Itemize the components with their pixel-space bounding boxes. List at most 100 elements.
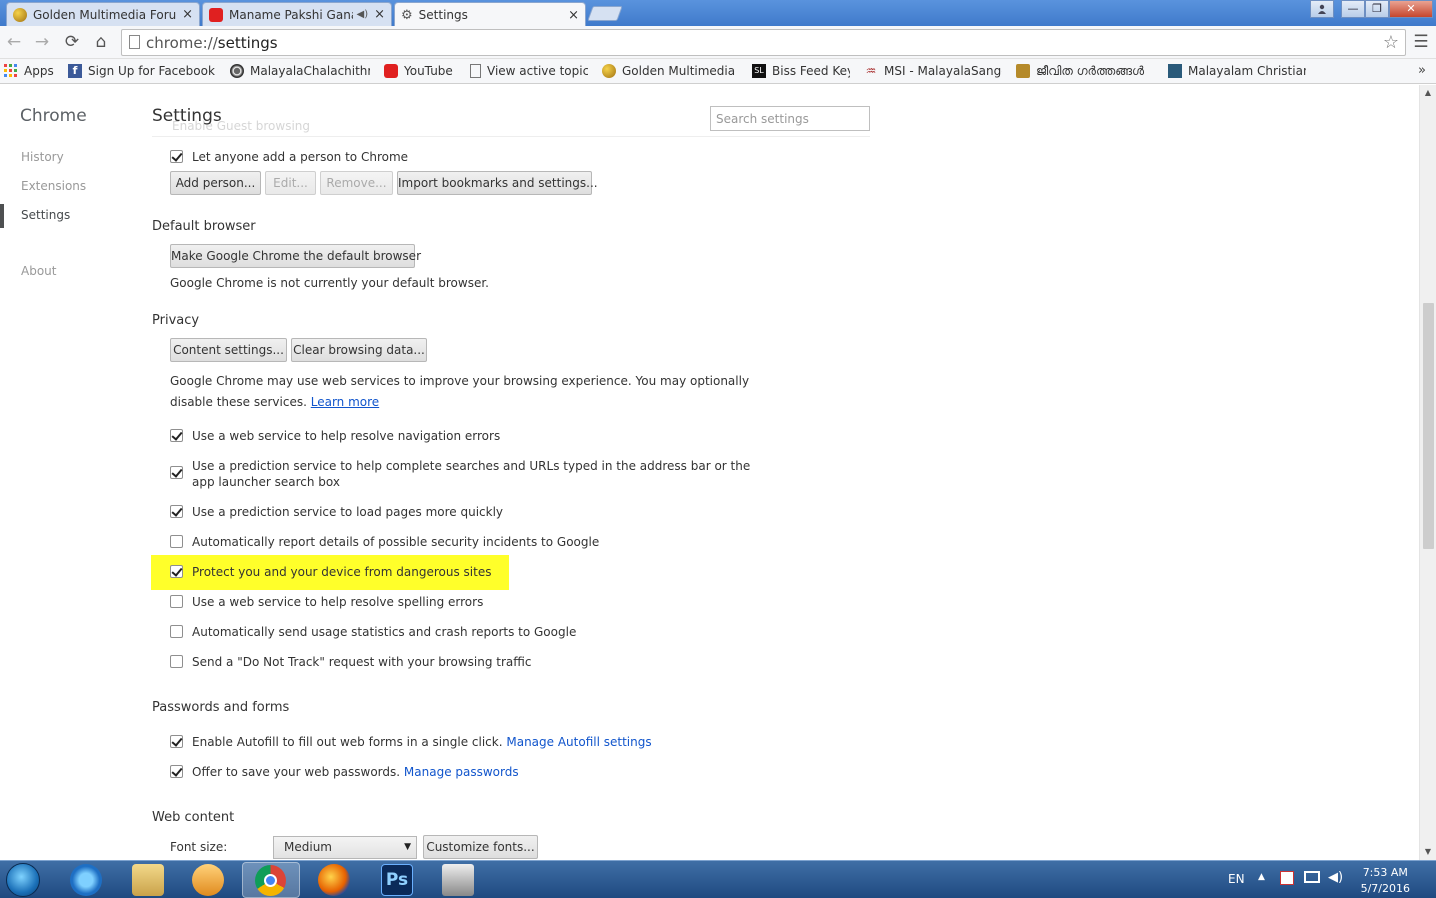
content-settings-button[interactable]: Content settings...: [170, 338, 287, 362]
forward-button[interactable]: →: [30, 30, 54, 54]
checkbox[interactable]: [170, 565, 183, 578]
typewriter-icon[interactable]: [442, 864, 474, 896]
scrollbar-thumb[interactable]: [1423, 303, 1434, 549]
let-anyone-add-row[interactable]: Let anyone add a person to Chrome: [170, 149, 408, 165]
back-button[interactable]: ←: [2, 30, 26, 54]
privacy-description-text: Google Chrome may use web services to im…: [170, 374, 750, 409]
photoshop-icon[interactable]: Ps: [381, 864, 413, 896]
close-window-button[interactable]: ✕: [1389, 0, 1433, 18]
remove-person-button[interactable]: Remove...: [320, 171, 393, 195]
privacy-option-usage-statistics[interactable]: Automatically send usage statistics and …: [170, 624, 576, 640]
checkbox[interactable]: [170, 466, 183, 479]
chrome-taskbar-button[interactable]: [242, 862, 300, 898]
reload-button[interactable]: ⟳: [60, 30, 84, 54]
checkbox[interactable]: [170, 655, 183, 668]
scroll-down-icon[interactable]: ▼: [1420, 844, 1436, 860]
checkbox[interactable]: [170, 535, 183, 548]
volume-icon[interactable]: ◀): [1328, 870, 1343, 885]
privacy-option-prediction-load[interactable]: Use a prediction service to load pages m…: [170, 504, 503, 520]
clear-browsing-data-button[interactable]: Clear browsing data...: [291, 338, 427, 362]
privacy-option-security-incidents[interactable]: Automatically report details of possible…: [170, 534, 599, 550]
home-button[interactable]: ⌂: [89, 30, 113, 54]
biss-icon: SL: [752, 64, 766, 78]
checkbox[interactable]: [170, 595, 183, 608]
msi-icon: ♒: [865, 64, 877, 78]
bookmark-golden-multimedia[interactable]: Golden Multimedia Fo: [602, 64, 738, 78]
checkbox[interactable]: [170, 505, 183, 518]
default-browser-status: Google Chrome is not currently your defa…: [170, 276, 489, 290]
customize-fonts-button[interactable]: Customize fonts...: [423, 835, 538, 859]
user-icon[interactable]: [1310, 0, 1334, 18]
youtube-icon: [384, 64, 398, 78]
checkbox[interactable]: [170, 429, 183, 442]
restore-button[interactable]: ❐: [1365, 0, 1389, 18]
bookmark-msi[interactable]: ♒ MSI - MalayalaSangee: [864, 64, 1002, 78]
firefox-icon[interactable]: [318, 864, 350, 896]
edit-person-button[interactable]: Edit...: [265, 171, 316, 195]
language-indicator[interactable]: EN: [1228, 872, 1245, 886]
scroll-up-icon[interactable]: ▲: [1420, 85, 1436, 101]
tab-close-icon[interactable]: ×: [374, 7, 385, 22]
network-icon[interactable]: [1304, 871, 1320, 883]
privacy-option-prediction-search[interactable]: Use a prediction service to help complet…: [170, 458, 770, 490]
search-settings-input[interactable]: [710, 106, 870, 131]
start-button[interactable]: [6, 863, 40, 897]
save-passwords-label: Offer to save your web passwords. Manage…: [192, 764, 519, 780]
checkbox[interactable]: [170, 625, 183, 638]
chrome-menu-button[interactable]: ☰: [1409, 30, 1433, 54]
sidebar-item-extensions[interactable]: Extensions: [21, 179, 86, 193]
bookmark-facebook[interactable]: f Sign Up for Facebook: [68, 64, 216, 78]
bookmark-malayalam-page[interactable]: ജീവിത ഗർത്തങ്ങൾ: [1016, 64, 1154, 79]
address-bar[interactable]: chrome://settings ☆: [121, 29, 1406, 56]
youtube-favicon-icon: [209, 7, 223, 22]
bookmarks-overflow-icon[interactable]: »: [1418, 63, 1426, 78]
media-player-icon[interactable]: [192, 864, 224, 896]
learn-more-link[interactable]: Learn more: [311, 395, 379, 409]
checkbox[interactable]: [170, 735, 183, 748]
bookmark-view-active-topics[interactable]: View active topics: [470, 64, 588, 78]
add-person-button[interactable]: Add person...: [170, 171, 261, 195]
tab-close-icon[interactable]: ×: [568, 8, 579, 23]
import-bookmarks-button[interactable]: Import bookmarks and settings...: [397, 171, 598, 195]
manage-autofill-link[interactable]: Manage Autofill settings: [506, 735, 651, 749]
film-icon: [230, 64, 244, 78]
autofill-row[interactable]: Enable Autofill to fill out web forms in…: [170, 734, 652, 750]
manage-passwords-link[interactable]: Manage passwords: [404, 765, 519, 779]
make-default-browser-button[interactable]: Make Google Chrome the default browser: [170, 244, 421, 268]
sidebar-item-about[interactable]: About: [21, 264, 56, 278]
tab-close-icon[interactable]: ×: [182, 7, 193, 22]
tab-maname-pakshi[interactable]: Maname Pakshi Ganan ◀) ×: [202, 2, 392, 26]
show-hidden-icons[interactable]: ▲: [1258, 872, 1265, 882]
internet-explorer-icon[interactable]: [70, 864, 102, 896]
privacy-description: Google Chrome may use web services to im…: [170, 371, 770, 413]
tab-golden-multimedia[interactable]: Golden Multimedia Forum ×: [6, 2, 200, 26]
save-passwords-row[interactable]: Offer to save your web passwords. Manage…: [170, 764, 519, 780]
title-bar: Golden Multimedia Forum × Maname Pakshi …: [0, 0, 1436, 27]
autofill-text: Enable Autofill to fill out web forms in…: [192, 735, 503, 749]
checkbox[interactable]: [170, 765, 183, 778]
tab-settings[interactable]: ⚙ Settings ×: [394, 2, 586, 27]
privacy-option-do-not-track[interactable]: Send a "Do Not Track" request with your …: [170, 654, 531, 670]
bookmark-apps[interactable]: Apps: [4, 64, 54, 78]
privacy-option-spelling-errors[interactable]: Use a web service to help resolve spelli…: [170, 594, 483, 610]
vertical-scrollbar[interactable]: ▲ ▼: [1419, 85, 1436, 860]
new-tab-button[interactable]: [587, 6, 623, 21]
privacy-option-navigation-errors[interactable]: Use a web service to help resolve naviga…: [170, 428, 500, 444]
bookmark-youtube[interactable]: YouTube: [384, 64, 456, 78]
sidebar-item-history[interactable]: History: [21, 150, 64, 164]
tab-label: Maname Pakshi Ganan: [229, 7, 353, 22]
bookmark-malayalachalachithram[interactable]: MalayalaChalachithra: [230, 64, 370, 78]
file-explorer-icon[interactable]: [132, 864, 164, 896]
bookmark-star-icon[interactable]: ☆: [1383, 32, 1399, 53]
bookmark-biss-feed-keys[interactable]: SL Biss Feed Keys: [752, 64, 850, 78]
sidebar-item-settings[interactable]: Settings: [21, 208, 70, 222]
font-size-select[interactable]: Medium ▼: [273, 836, 417, 859]
bookmark-malayalam-christian[interactable]: Malayalam Christian S: [1168, 64, 1306, 78]
privacy-option-dangerous-sites[interactable]: Protect you and your device from dangero…: [170, 564, 491, 580]
checkbox[interactable]: [170, 150, 183, 163]
action-center-icon[interactable]: [1280, 871, 1294, 885]
url-text[interactable]: chrome://settings: [146, 34, 278, 52]
minimize-button[interactable]: —: [1341, 0, 1365, 18]
system-clock[interactable]: 7:53 AM 5/7/2016: [1361, 865, 1410, 897]
audio-playing-icon[interactable]: ◀): [357, 9, 369, 20]
